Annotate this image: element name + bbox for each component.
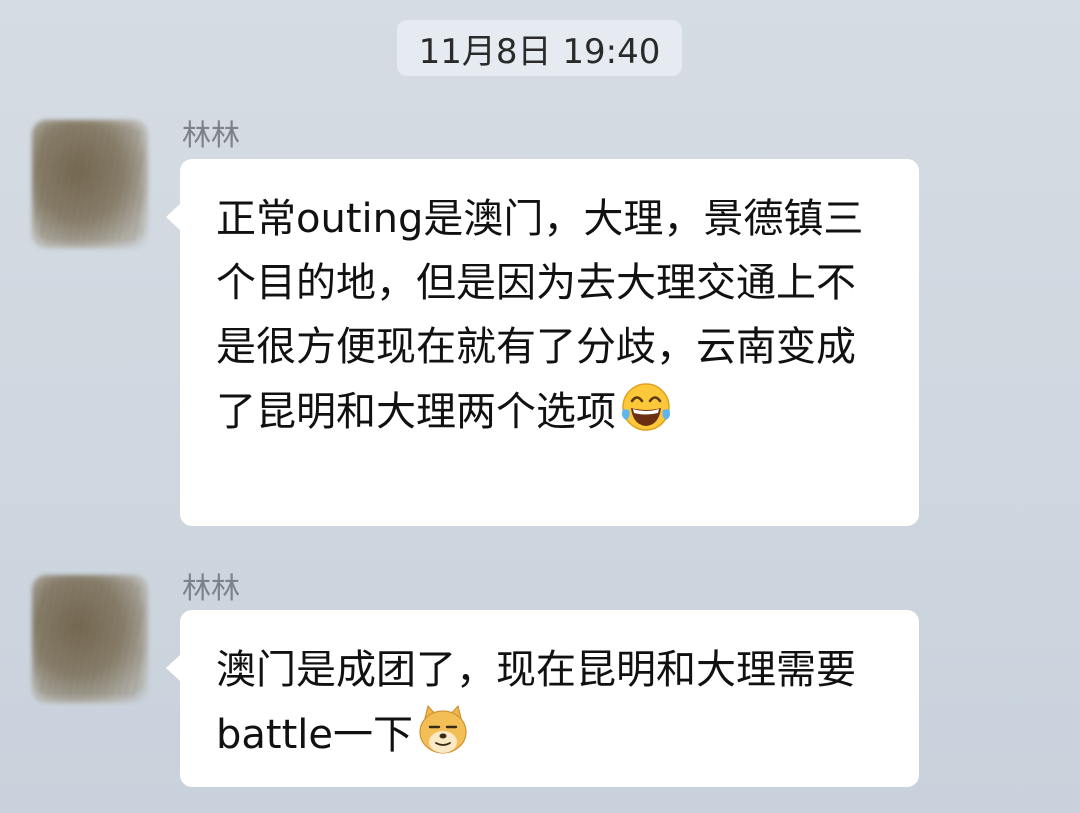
message-text: 澳门是成团了，现在昆明和大理需要battle一下 <box>216 647 856 758</box>
doge-emoji-icon <box>419 704 467 754</box>
timestamp-text: 11月8日 19:40 <box>418 31 661 72</box>
message-bubble[interactable]: 正常outing是澳门，大理，景德镇三个目的地，但是因为去大理交通上不是很方便现… <box>166 159 919 526</box>
avatar[interactable] <box>32 120 148 248</box>
sender-name: 林林 <box>182 571 241 605</box>
tears-of-joy-emoji-icon <box>622 383 670 431</box>
avatar[interactable] <box>32 575 148 703</box>
sender-name: 林林 <box>182 118 241 152</box>
message-bubble[interactable]: 澳门是成团了，现在昆明和大理需要battle一下 <box>166 610 919 787</box>
timestamp-chip: 11月8日 19:40 <box>397 20 682 76</box>
message-text: 正常outing是澳门，大理，景德镇三个目的地，但是因为去大理交通上不是很方便现… <box>216 196 864 435</box>
